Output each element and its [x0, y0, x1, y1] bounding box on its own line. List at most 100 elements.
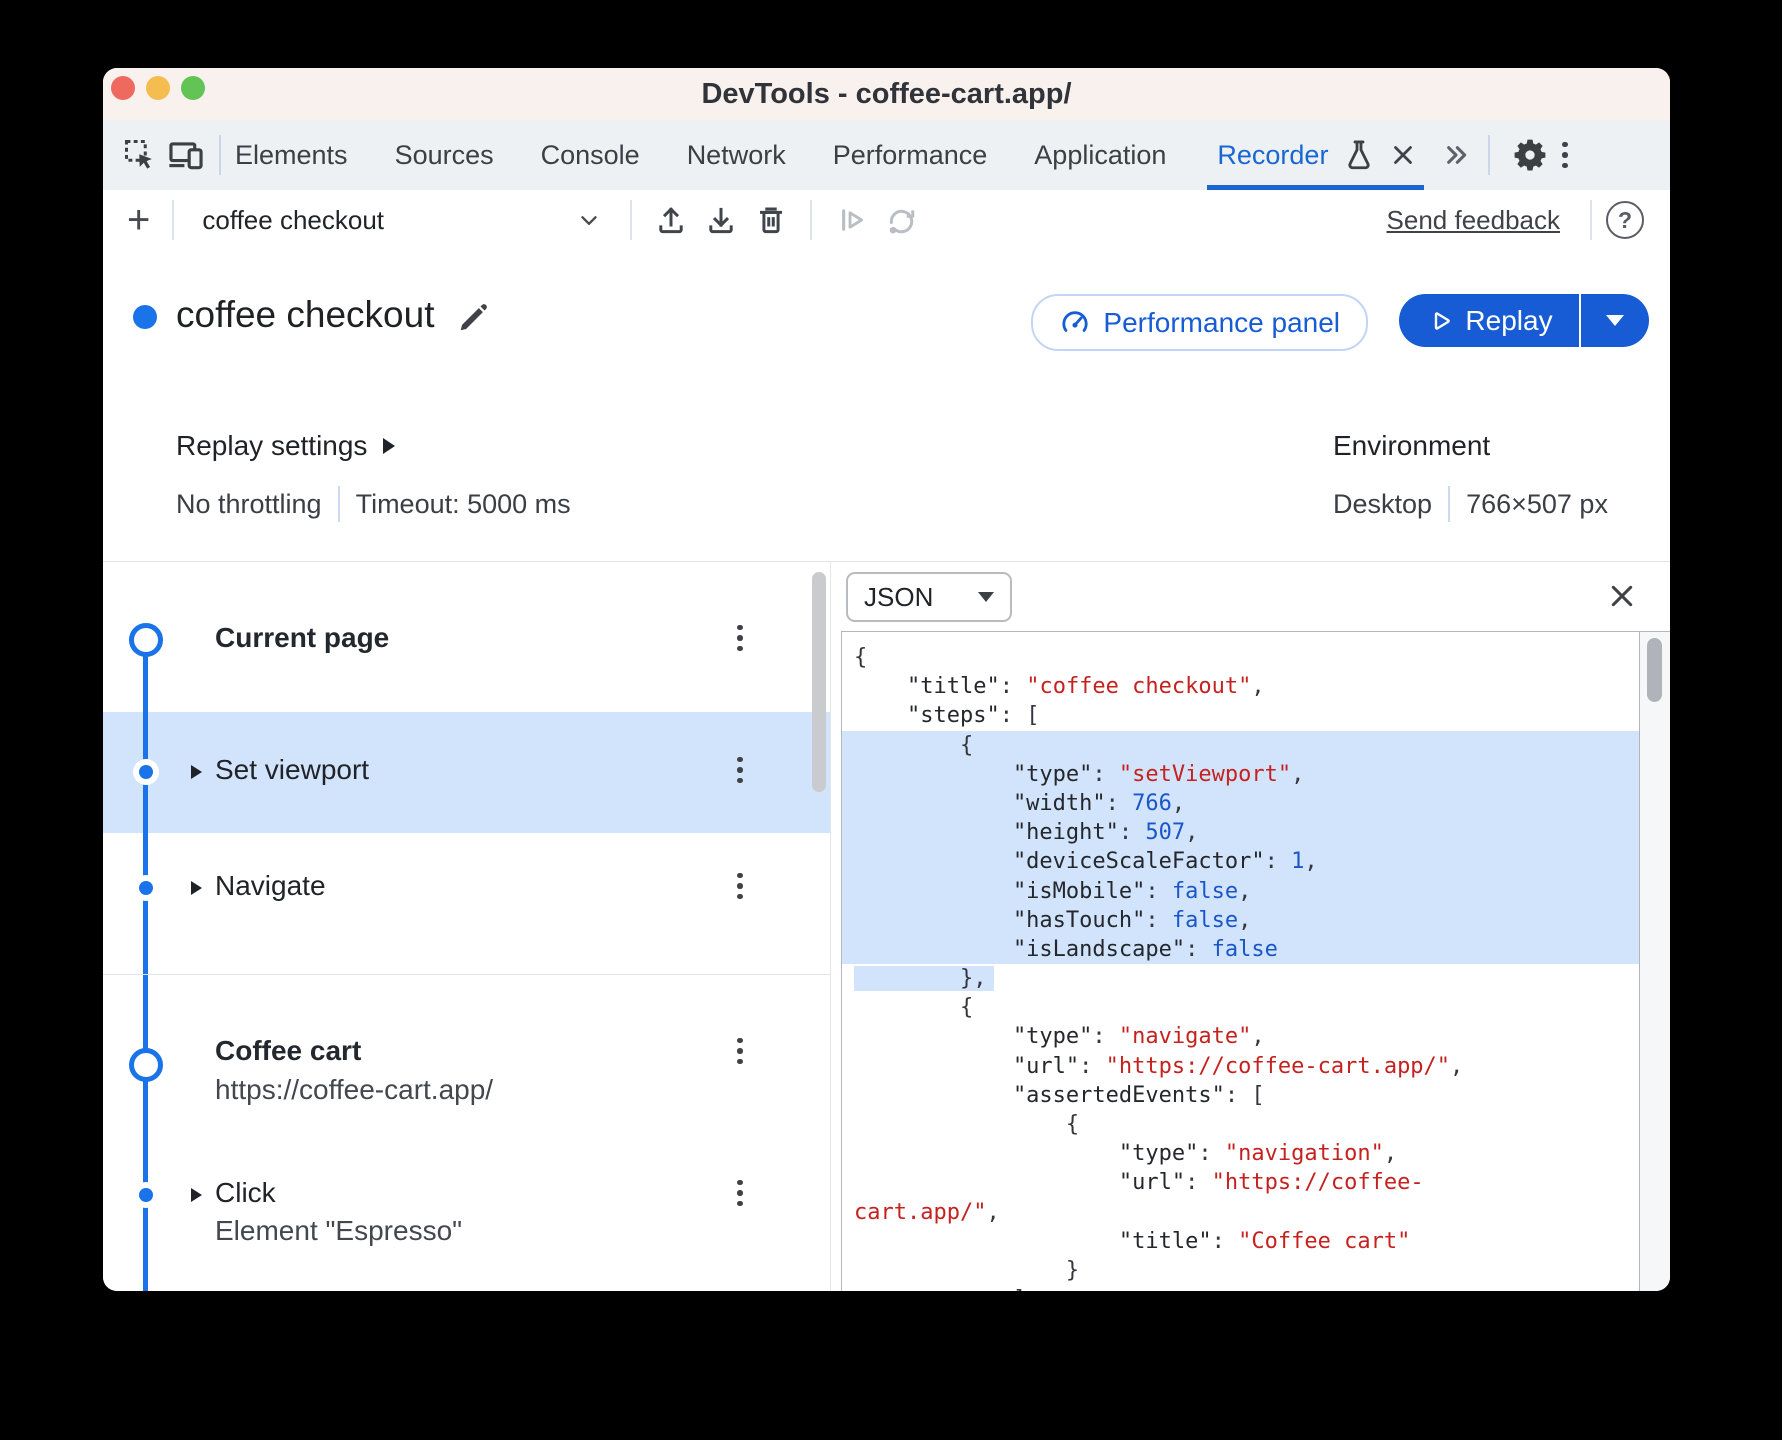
tab-elements[interactable]: Elements	[235, 140, 348, 171]
step-click[interactable]: Click	[215, 1177, 276, 1209]
replay-settings-toggle[interactable]: Replay settings	[176, 430, 395, 462]
performance-panel-button[interactable]: Performance panel	[1031, 294, 1368, 351]
code-line: {	[842, 993, 1639, 1022]
settings-button[interactable]	[1510, 135, 1550, 175]
code-line: "isMobile": false,	[842, 877, 1639, 906]
code-line: }	[842, 1256, 1639, 1285]
close-icon	[1606, 580, 1638, 612]
delete-recording-button[interactable]	[749, 198, 793, 242]
performance-panel-label: Performance panel	[1103, 307, 1340, 339]
code-scrollbar-thumb[interactable]	[1647, 638, 1662, 702]
caret-down-icon	[978, 592, 994, 602]
steps-group-divider	[103, 974, 830, 975]
devtools-menu-button[interactable]	[1562, 139, 1568, 171]
step-menu-button[interactable]	[737, 754, 743, 786]
close-recorder-tab-icon[interactable]	[1388, 140, 1418, 170]
recording-title: coffee checkout	[176, 294, 435, 336]
code-line: "title": "coffee checkout",	[842, 672, 1639, 701]
step-set-viewport[interactable]: Set viewport	[215, 754, 369, 786]
code-line: {	[842, 1110, 1639, 1139]
toolbar-divider	[1590, 200, 1592, 240]
tab-recorder[interactable]: Recorder	[1213, 120, 1422, 190]
tab-recorder-label: Recorder	[1217, 140, 1328, 171]
navigate-marker	[133, 875, 159, 901]
step-menu-button[interactable]	[737, 622, 743, 654]
replay-settings-values: No throttling Timeout: 5000 ms	[176, 486, 571, 522]
code-line: "width": 766,	[842, 789, 1639, 818]
more-tabs-button[interactable]	[1440, 139, 1472, 171]
resume-play-icon	[834, 203, 868, 237]
step-navigate[interactable]: Navigate	[215, 870, 326, 902]
speedometer-icon	[1059, 307, 1091, 339]
tab-network[interactable]: Network	[687, 140, 786, 171]
tab-application[interactable]: Application	[1034, 140, 1166, 171]
environment-values: Desktop 766×507 px	[1333, 486, 1608, 522]
step-menu-button[interactable]	[737, 1035, 743, 1067]
code-line: "type": "setViewport",	[842, 760, 1639, 789]
format-select-value: JSON	[864, 582, 933, 613]
gear-icon	[1510, 135, 1550, 175]
expand-step-icon[interactable]	[191, 765, 202, 779]
kebab-icon	[1562, 139, 1568, 171]
recording-header: coffee checkout Performance panel Replay	[103, 250, 1670, 380]
inspect-element-button[interactable]	[117, 132, 163, 178]
import-recording-button[interactable]	[699, 198, 743, 242]
code-line: "type": "navigation",	[842, 1139, 1639, 1168]
settings-section: Replay settings No throttling Timeout: 5…	[103, 380, 1670, 561]
expand-step-icon[interactable]	[191, 1188, 202, 1202]
coffee-cart-url: https://coffee-cart.app/	[215, 1074, 493, 1106]
tab-performance[interactable]: Performance	[833, 140, 988, 171]
environment-label-text: Environment	[1333, 430, 1490, 462]
send-feedback-link[interactable]: Send feedback	[1387, 205, 1560, 236]
code-scrollbar-track[interactable]	[1640, 631, 1670, 1291]
code-line: "title": "Coffee cart"	[842, 1227, 1639, 1256]
add-recording-button[interactable]: +	[127, 200, 150, 240]
window-title: DevTools - coffee-cart.app/	[103, 68, 1670, 120]
code-line: "assertedEvents": [	[842, 1081, 1639, 1110]
replay-options-button[interactable]	[1581, 315, 1649, 326]
help-button[interactable]: ?	[1606, 201, 1644, 239]
code-line: "deviceScaleFactor": 1,	[842, 847, 1639, 876]
play-icon	[1425, 306, 1455, 336]
code-area[interactable]: { "title": "coffee checkout", "steps": […	[841, 631, 1640, 1291]
steps-scrollbar-thumb[interactable]	[812, 572, 826, 792]
tab-sources[interactable]: Sources	[395, 140, 494, 171]
expand-step-icon[interactable]	[191, 881, 202, 895]
recorder-toolbar: + coffee checkout Send feedback ?	[103, 190, 1670, 251]
current-page-marker	[129, 623, 163, 657]
edit-title-button[interactable]	[455, 300, 491, 336]
step-menu-button[interactable]	[737, 1177, 743, 1209]
timeout-value: Timeout: 5000 ms	[356, 489, 571, 520]
step-through-replay-button[interactable]	[829, 198, 873, 242]
trash-icon	[754, 203, 788, 237]
rerecord-button[interactable]	[879, 198, 923, 242]
format-select[interactable]: JSON	[846, 572, 1012, 622]
step-menu-button[interactable]	[737, 870, 743, 902]
devtools-tab-bar: Elements Sources Console Network Perform…	[103, 120, 1670, 191]
inspect-icon	[122, 137, 158, 173]
expand-arrow-icon	[383, 438, 395, 454]
replay-button[interactable]: Replay	[1399, 305, 1579, 337]
tab-console[interactable]: Console	[541, 140, 640, 171]
code-line: "isLandscape": false	[842, 935, 1639, 964]
rerecord-icon	[884, 203, 918, 237]
json-panel: JSON { "title": "coffee checkout", "step…	[831, 562, 1670, 1291]
device-toolbar-button[interactable]	[163, 132, 209, 178]
recording-select[interactable]: coffee checkout	[188, 205, 616, 236]
value-divider	[338, 486, 340, 522]
device-toolbar-icon	[167, 136, 205, 174]
coffee-cart-marker	[129, 1048, 163, 1082]
replay-settings-label: Replay settings	[176, 430, 367, 462]
code-line: "url": "https://coffee-	[842, 1168, 1639, 1197]
title-bar: DevTools - coffee-cart.app/	[103, 68, 1670, 121]
code-line: "steps": [	[842, 701, 1639, 730]
export-recording-button[interactable]	[649, 198, 693, 242]
code-line: "height": 507,	[842, 818, 1639, 847]
upload-icon	[654, 203, 688, 237]
close-json-panel-button[interactable]	[1606, 580, 1638, 612]
selected-step-highlight	[103, 712, 830, 833]
devtools-window: DevTools - coffee-cart.app/ Elements Sou…	[103, 68, 1670, 1291]
code-line: ]	[842, 1285, 1639, 1291]
toolbar-divider	[630, 200, 632, 240]
experiment-flask-icon	[1342, 138, 1376, 172]
